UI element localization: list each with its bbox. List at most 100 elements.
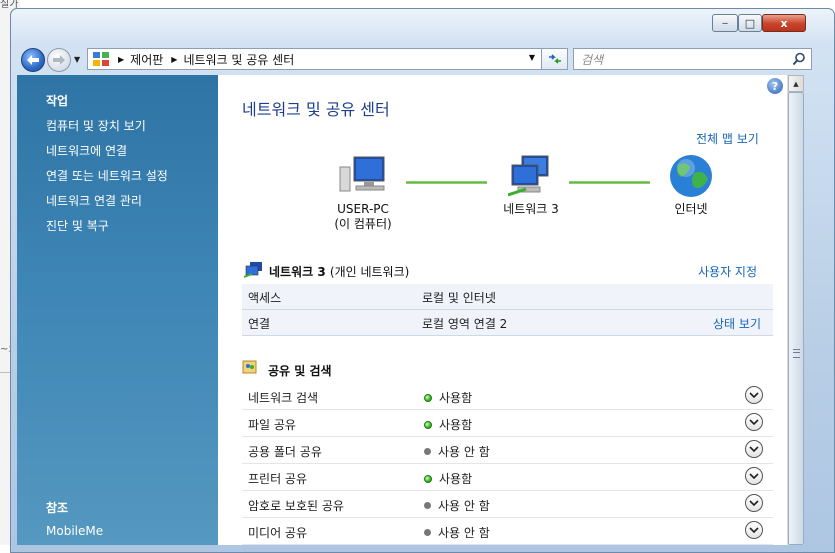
expand-chevron-icon[interactable] [745, 467, 763, 485]
network-property-row: 연결 로컬 영역 연결 2 상태 보기 [242, 310, 773, 336]
connection-line [569, 181, 650, 184]
status-indicator-icon [424, 420, 432, 429]
address-bar[interactable]: ▶ 제어판 ▶ 네트워크 및 공유 센터 ▼ [87, 48, 542, 70]
sharing-row[interactable]: 암호로 보호된 공유 사용 안 함 [242, 491, 773, 518]
main-content: 네트워크 및 공유 센터 전체 맵 보기 USER-PC (이 컴퓨터) 네트워… [218, 75, 787, 545]
close-icon: x [780, 16, 788, 30]
scroll-up-button[interactable]: ▲ [788, 75, 804, 92]
status-indicator-icon [424, 529, 431, 536]
expand-chevron-icon[interactable] [745, 386, 763, 404]
network-section-icon [244, 262, 262, 278]
sharing-status-text: 사용함 [439, 418, 473, 432]
sharing-setting-label: 네트워크 검색 [248, 391, 319, 405]
address-dropdown-icon[interactable]: ▼ [529, 53, 535, 62]
sidebar-item-diagnose-repair[interactable]: 진단 및 복구 [46, 217, 109, 234]
network-property-row: 액세스 로컬 및 인터넷 [242, 284, 773, 310]
status-indicator-icon [424, 393, 432, 402]
view-status-link[interactable]: 상태 보기 [713, 315, 761, 332]
network-type: (개인 네트워크) [329, 265, 410, 279]
sharing-row[interactable]: 네트워크 검색 사용함 [242, 383, 773, 410]
breadcrumb-network-center[interactable]: 네트워크 및 공유 센터 [183, 51, 294, 68]
scrollbar-thumb[interactable] [788, 92, 804, 545]
vertical-scrollbar[interactable]: ▲ [787, 75, 804, 545]
network-map-name: 네트워크 3 [503, 202, 559, 216]
breadcrumb-chevron-icon[interactable]: ▶ [118, 55, 124, 64]
minimize-icon: ‒ [721, 17, 729, 29]
expand-chevron-icon[interactable] [745, 440, 763, 458]
close-button[interactable]: x [762, 14, 806, 32]
connection-line [406, 181, 487, 184]
maximize-button[interactable]: □ [738, 14, 762, 32]
sharing-status-text: 사용 안 함 [438, 526, 490, 540]
view-full-map-link[interactable]: 전체 맵 보기 [696, 130, 759, 147]
sharing-row[interactable]: 미디어 공유 사용 안 함 [242, 518, 773, 545]
title-bar[interactable] [11, 9, 834, 43]
status-indicator-icon [424, 448, 431, 455]
sharing-status: 사용함 [424, 389, 472, 406]
sharing-row[interactable]: 파일 공유 사용함 [242, 410, 773, 437]
back-button[interactable] [21, 48, 45, 72]
sharing-status-text: 사용함 [439, 472, 473, 486]
search-input[interactable]: 검색 [573, 48, 812, 70]
arrow-left-icon [27, 55, 39, 65]
network-section-title: 네트워크 3 (개인 네트워크) [269, 263, 409, 280]
sidebar-item-view-computers[interactable]: 컴퓨터 및 장치 보기 [46, 117, 146, 134]
breadcrumb-control-panel[interactable]: 제어판 [130, 51, 163, 68]
sharing-status: 사용 안 함 [424, 497, 490, 514]
sharing-status-text: 사용 안 함 [438, 499, 490, 513]
sharing-setting-label: 공용 폴더 공유 [248, 445, 322, 459]
refresh-button[interactable] [542, 48, 568, 70]
sharing-status-text: 사용 안 함 [438, 445, 490, 459]
maximize-icon: □ [744, 16, 756, 30]
sidebar-item-setup-connection[interactable]: 연결 또는 네트워크 설정 [46, 167, 168, 184]
property-label: 연결 [248, 317, 271, 331]
control-panel-icon [93, 52, 109, 66]
sharing-status: 사용함 [424, 470, 472, 487]
search-placeholder: 검색 [581, 52, 604, 67]
expand-chevron-icon[interactable] [745, 521, 763, 539]
computer-icon[interactable] [338, 155, 388, 195]
property-value: 로컬 및 인터넷 [422, 291, 496, 305]
forward-button[interactable] [47, 48, 71, 72]
internet-label: 인터넷 [674, 202, 708, 216]
scrollbar-grip [793, 349, 800, 358]
network-name: 네트워크 3 [269, 265, 326, 279]
sharing-setting-label: 암호로 보호된 공유 [248, 499, 344, 513]
tasks-heading: 작업 [46, 94, 69, 108]
sharing-status: 사용 안 함 [424, 524, 490, 541]
sharing-status: 사용 안 함 [424, 443, 490, 460]
navigation-bar: ▼ ▶ 제어판 ▶ 네트워크 및 공유 센터 ▼ 검색 [19, 45, 816, 75]
computer-sub-label: (이 컴퓨터) [334, 217, 392, 231]
minimize-button[interactable]: ‒ [712, 14, 738, 32]
computer-name: USER-PC [337, 202, 389, 216]
expand-chevron-icon[interactable] [745, 413, 763, 431]
sharing-row[interactable]: 공용 폴더 공유 사용 안 함 [242, 437, 773, 464]
globe-icon[interactable] [668, 153, 714, 199]
refresh-icon [548, 54, 561, 64]
sharing-row[interactable]: 프린터 공유 사용함 [242, 464, 773, 491]
network-icon[interactable] [508, 155, 554, 197]
task-sidebar: 작업 컴퓨터 및 장치 보기 네트워크에 연결 연결 또는 네트워크 설정 네트… [17, 75, 218, 545]
property-value: 로컬 영역 연결 2 [422, 317, 508, 331]
sidebar-item-manage-connections[interactable]: 네트워크 연결 관리 [46, 192, 142, 209]
status-indicator-icon [424, 474, 432, 483]
sharing-setting-label: 미디어 공유 [248, 526, 308, 540]
sidebar-item-mobileme[interactable]: MobileMe [46, 524, 103, 538]
recent-pages-dropdown[interactable]: ▼ [74, 55, 84, 65]
sidebar-item-connect-network[interactable]: 네트워크에 연결 [46, 142, 127, 159]
sharing-setting-label: 프린터 공유 [248, 472, 308, 486]
property-label: 액세스 [248, 291, 282, 305]
sharing-setting-label: 파일 공유 [248, 418, 296, 432]
breadcrumb-chevron-icon[interactable]: ▶ [171, 55, 177, 64]
search-icon[interactable] [792, 52, 806, 66]
see-also-heading: 참조 [46, 501, 69, 515]
customize-link[interactable]: 사용자 지정 [698, 263, 757, 280]
page-title: 네트워크 및 공유 센터 [242, 100, 390, 119]
status-indicator-icon [424, 502, 431, 509]
sharing-status: 사용함 [424, 416, 472, 433]
sharing-icon [242, 360, 257, 374]
sharing-section-title: 공유 및 검색 [268, 364, 332, 378]
expand-chevron-icon[interactable] [745, 494, 763, 512]
sharing-status-text: 사용함 [439, 391, 473, 405]
help-icon[interactable]: ? [767, 78, 783, 94]
